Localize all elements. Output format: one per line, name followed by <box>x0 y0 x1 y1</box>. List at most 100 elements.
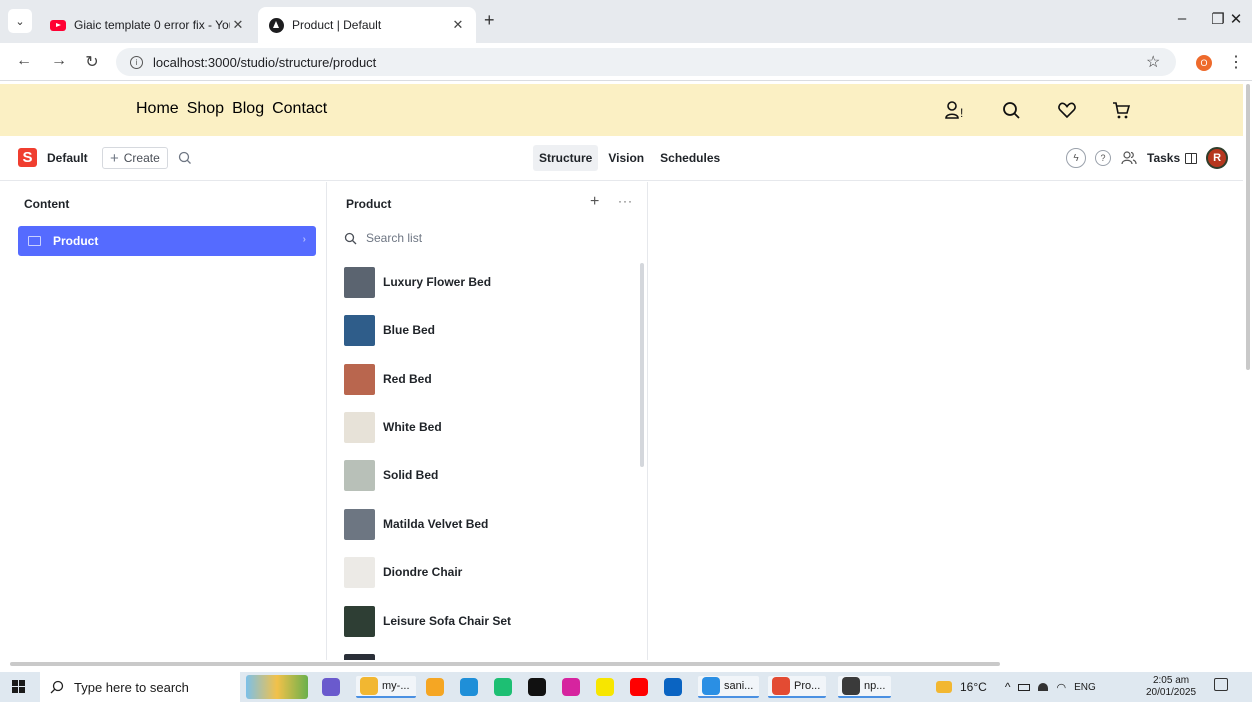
battery-icon[interactable] <box>1018 683 1031 691</box>
search-icon[interactable] <box>177 150 193 166</box>
taskbar-clock[interactable]: 2:05 am 20/01/2025 <box>1146 675 1196 699</box>
product-thumbnail <box>344 459 375 491</box>
taskbar-app[interactable] <box>528 676 546 698</box>
system-tray: 16°C ^ ◠ ENG <box>936 672 1096 702</box>
tiktok-icon <box>528 678 546 696</box>
close-window-icon[interactable]: ✕ <box>1224 10 1248 28</box>
bookmark-star-icon[interactable]: ☆ <box>1146 52 1160 72</box>
edge-icon <box>460 678 478 696</box>
list-item[interactable]: Leisure Sofa Chair Set <box>344 597 511 645</box>
create-label: Create <box>123 151 160 165</box>
taskbar-app[interactable] <box>460 676 478 698</box>
list-item[interactable]: Solid Bed <box>344 451 438 499</box>
tab-vision[interactable]: Vision <box>602 145 650 171</box>
add-document-icon[interactable]: + <box>590 193 599 211</box>
search-highlight-image[interactable] <box>246 675 308 699</box>
browser-tab-youtube[interactable]: Giaic template 0 error fix - YouT ✕ <box>40 7 256 43</box>
nav-link-shop[interactable]: Shop <box>187 100 224 118</box>
product-thumbnail <box>344 508 375 540</box>
windows-start-icon[interactable] <box>12 680 26 694</box>
store-icon <box>426 678 444 696</box>
site-info-icon[interactable]: i <box>130 55 143 69</box>
close-icon[interactable]: ✕ <box>450 17 466 33</box>
minimize-icon[interactable]: – <box>1170 10 1194 27</box>
taskbar-app-label: my-... <box>382 680 410 692</box>
tab-structure[interactable]: Structure <box>533 145 599 171</box>
list-item[interactable]: Matilda Velvet Bed <box>344 500 488 548</box>
create-button[interactable]: + Create <box>102 147 168 169</box>
weather-temp[interactable]: 16°C <box>960 680 987 694</box>
product-list-pane: Product + ··· Search list Luxury Flower … <box>328 182 648 660</box>
search-list-placeholder: Search list <box>366 231 423 245</box>
taskbar-app[interactable] <box>630 676 648 698</box>
list-item-title: Solid Bed <box>383 468 439 482</box>
page-vertical-scrollbar[interactable] <box>1246 84 1250 370</box>
close-icon[interactable]: ✕ <box>230 17 246 33</box>
browser-menu-icon[interactable]: ⋮ <box>1228 52 1244 72</box>
taskbar-app[interactable] <box>664 676 682 698</box>
new-tab-button[interactable]: + <box>484 10 495 31</box>
list-search[interactable]: Search list <box>344 226 422 250</box>
account-alert-icon[interactable]: ! <box>944 99 966 121</box>
nav-link-home[interactable]: Home <box>136 100 179 118</box>
content-item-product[interactable]: Product › <box>18 226 316 256</box>
list-item[interactable]: Luxury Flower Bed <box>344 258 491 306</box>
taskbar-app[interactable] <box>426 676 444 698</box>
forward-icon[interactable]: → <box>49 52 69 70</box>
lightning-icon[interactable]: ϟ <box>1066 148 1086 168</box>
search-icon[interactable] <box>1000 99 1022 121</box>
list-item[interactable]: White Bed <box>344 403 442 451</box>
tab-schedules[interactable]: Schedules <box>654 145 726 171</box>
weather-icon[interactable] <box>936 681 952 693</box>
tab-title: Product | Default <box>292 18 382 32</box>
notifications-icon[interactable] <box>1214 678 1228 691</box>
browser-tab-product[interactable]: Product | Default ✕ <box>258 7 476 43</box>
workspace-name[interactable]: Default <box>47 151 88 165</box>
list-item[interactable]: Red Bed <box>344 355 432 403</box>
taskbar-app[interactable] <box>494 676 512 698</box>
tasks-button[interactable]: Tasks <box>1147 151 1198 165</box>
content-item-label: Product <box>53 234 99 248</box>
taskbar-search[interactable]: Type here to search <box>40 672 240 702</box>
list-scrollbar[interactable] <box>640 263 644 467</box>
studio-logo[interactable]: S <box>18 148 37 167</box>
language-indicator[interactable]: ENG <box>1074 682 1096 693</box>
taskbar-app-label: Pro... <box>794 680 821 692</box>
users-icon[interactable] <box>1120 149 1138 167</box>
content-pane-title: Content <box>24 197 70 211</box>
more-options-icon[interactable]: ··· <box>618 194 633 208</box>
studio-navbar: S Default + Create Structure Vision Sche… <box>0 136 1243 181</box>
help-icon[interactable]: ? <box>1095 150 1111 166</box>
user-avatar[interactable]: R <box>1206 147 1229 169</box>
list-item[interactable]: Blue Bed <box>344 306 435 354</box>
back-icon[interactable]: ← <box>14 52 34 70</box>
nav-link-contact[interactable]: Contact <box>272 100 327 118</box>
tool-tabs: Structure Vision Schedules <box>533 145 726 171</box>
taskbar-app[interactable]: sani... <box>698 676 760 698</box>
reload-icon[interactable]: ↻ <box>82 52 102 72</box>
chevron-up-icon[interactable]: ^ <box>1005 680 1011 694</box>
taskbar-app[interactable] <box>562 676 580 698</box>
nav-link-blog[interactable]: Blog <box>232 100 264 118</box>
tab-search-button[interactable]: ⌄ <box>8 9 32 33</box>
profile-avatar[interactable]: O <box>1196 55 1212 71</box>
plus-icon: + <box>110 149 119 167</box>
taskbar-app[interactable]: my-... <box>356 676 416 698</box>
sanity-icon <box>268 17 284 33</box>
cart-icon[interactable] <box>1110 99 1132 121</box>
product-thumbnail <box>344 363 375 395</box>
heart-icon[interactable] <box>1056 99 1078 121</box>
list-item[interactable] <box>344 645 383 660</box>
page-horizontal-scrollbar[interactable] <box>10 662 1000 666</box>
taskbar-app[interactable]: Pro... <box>768 676 827 698</box>
network-icon[interactable] <box>1038 683 1049 691</box>
taskbar-app[interactable]: np... <box>838 676 892 698</box>
list-item-title: White Bed <box>383 420 442 434</box>
list-item-title: Red Bed <box>383 372 432 386</box>
folder-icon <box>360 677 378 695</box>
taskbar-app[interactable] <box>596 676 614 698</box>
url-input[interactable]: i localhost:3000/studio/structure/produc… <box>116 48 1176 76</box>
list-item[interactable]: Diondre Chair <box>344 548 462 596</box>
wifi-icon[interactable]: ◠ <box>1056 681 1066 694</box>
taskbar-app[interactable] <box>322 676 340 698</box>
